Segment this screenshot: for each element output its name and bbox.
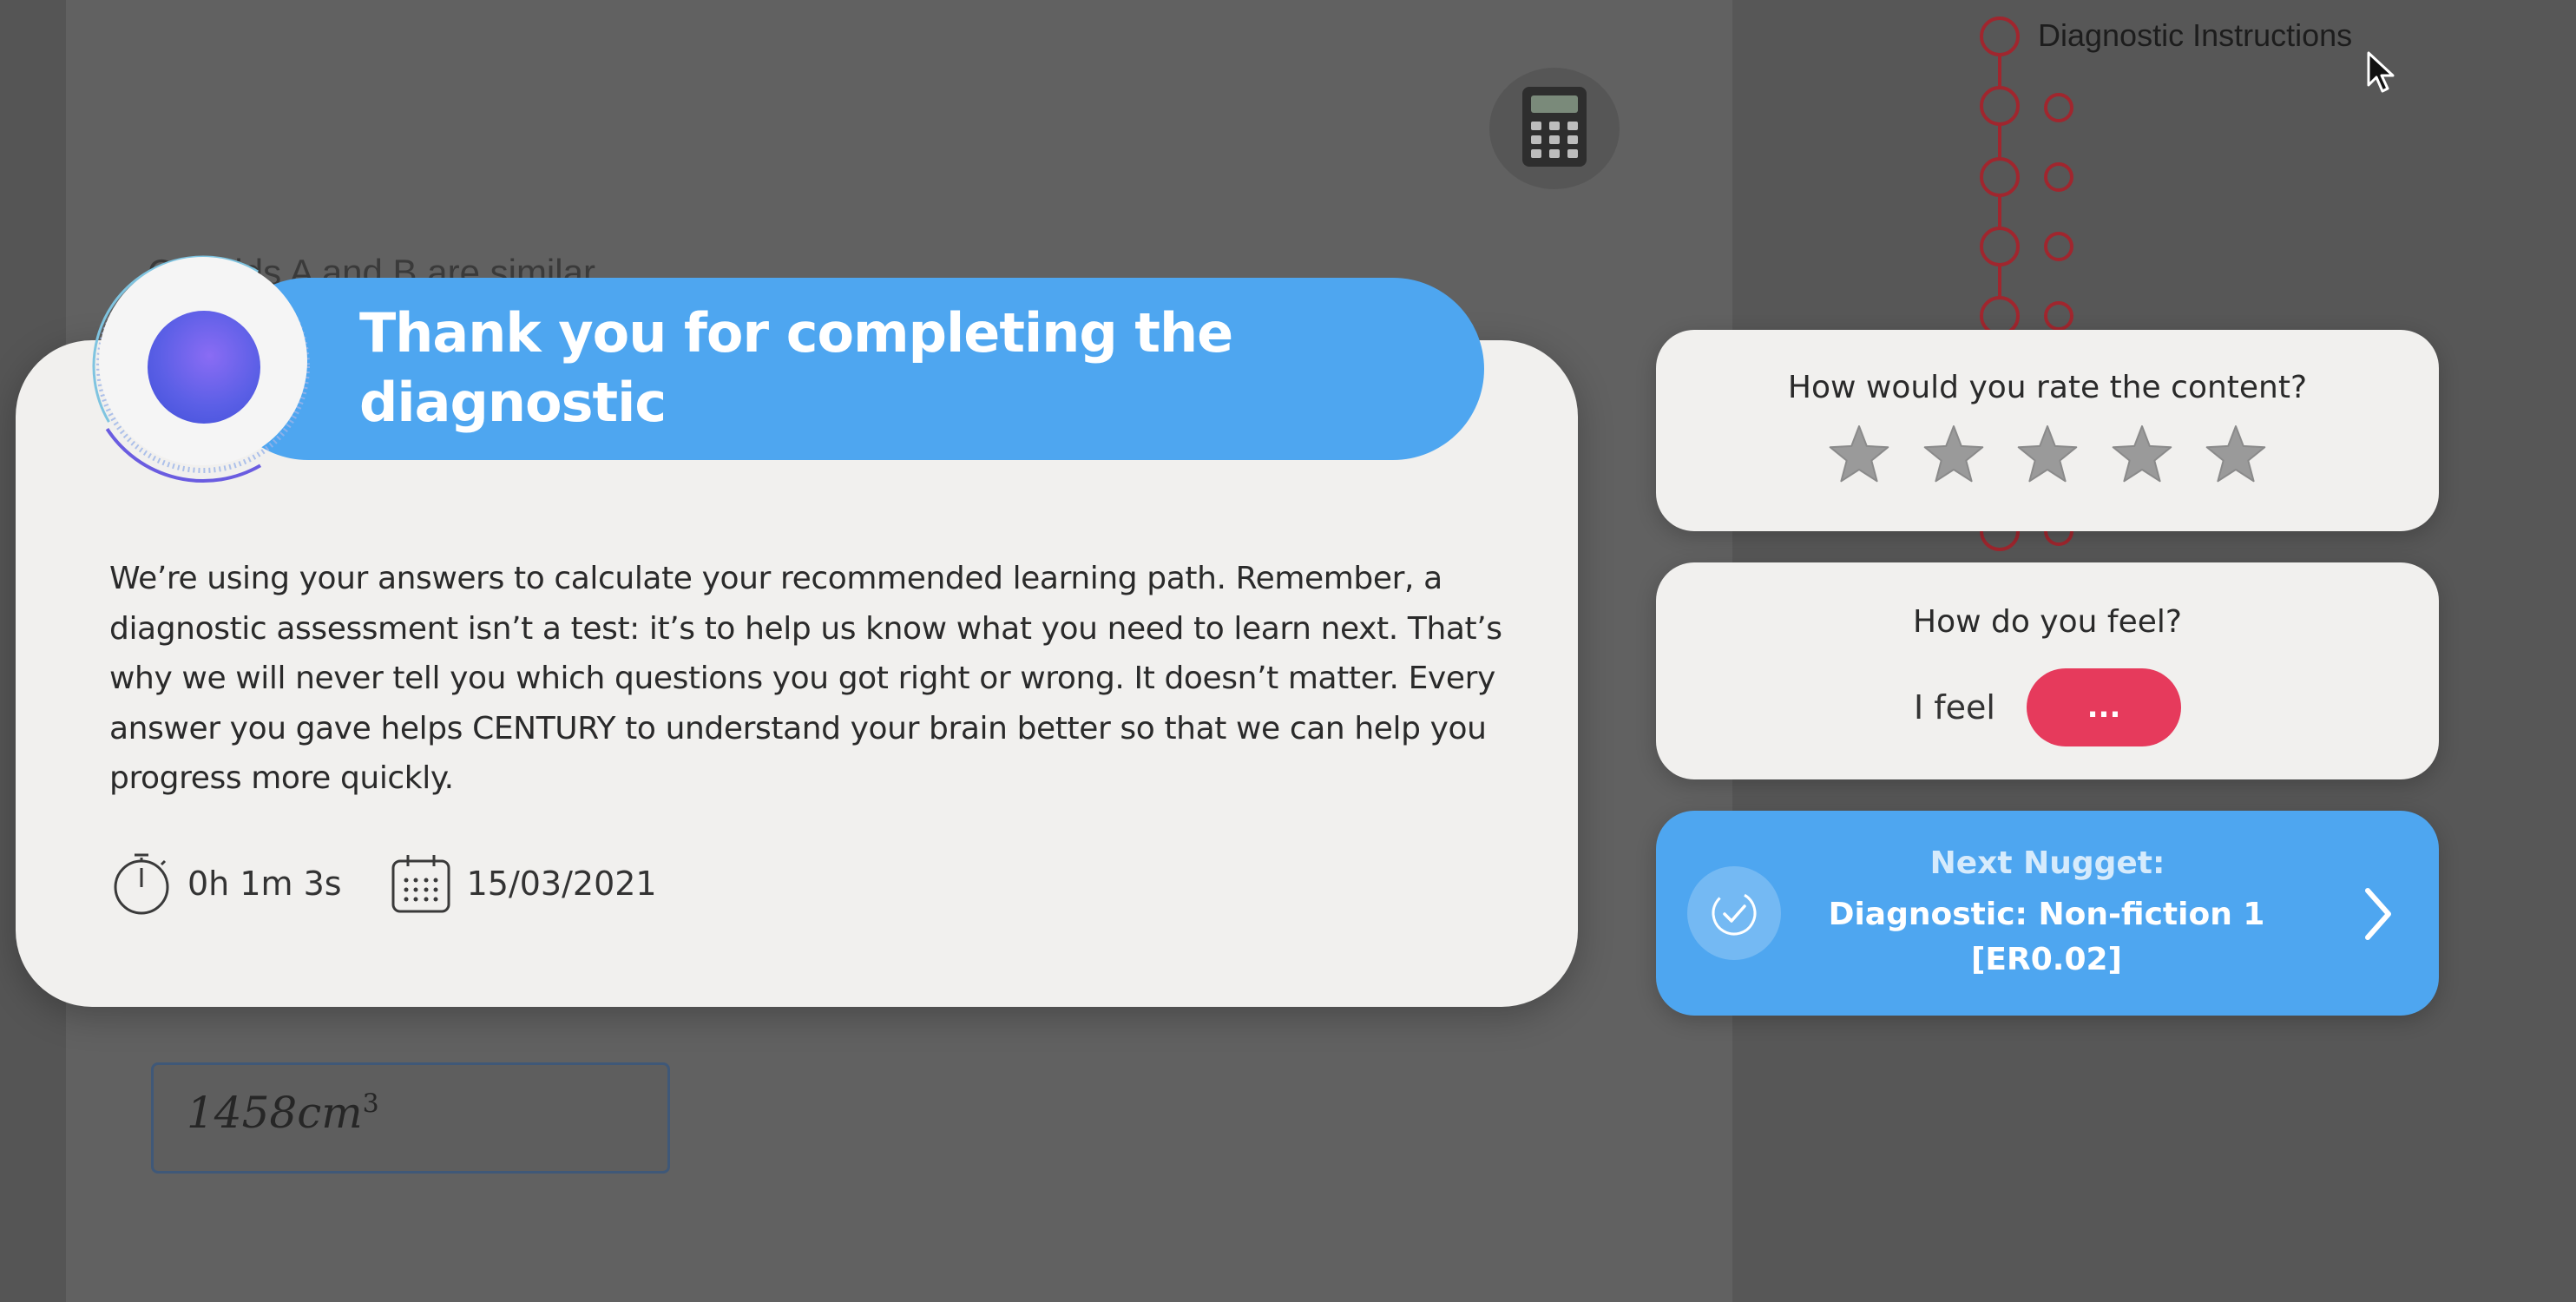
duration-item: 0h 1m 3s: [111, 851, 342, 917]
feeling-select-button[interactable]: ...: [2026, 668, 2181, 746]
answer-value: 1458cm3: [187, 1088, 379, 1138]
rating-question: How would you rate the content?: [1787, 370, 2308, 405]
screen: Cuboids A and B are similar 1458cm3 Diag…: [0, 0, 2576, 1302]
star-icon[interactable]: [1826, 424, 1892, 486]
meta-row: 0h 1m 3s 15/03/2021: [111, 851, 706, 917]
calendar-icon: [391, 855, 450, 913]
next-nugget-title: Diagnostic: Non-fiction 1 [ER0.02]: [1828, 897, 2265, 977]
next-nugget-button[interactable]: Next Nugget: Diagnostic: Non-fiction 1 […: [1656, 811, 2439, 1016]
duration-text: 0h 1m 3s: [187, 865, 342, 903]
mouse-cursor-icon: [2367, 51, 2395, 93]
rating-panel: How would you rate the content?: [1656, 330, 2439, 531]
feeling-label: I feel: [1914, 688, 1995, 727]
answer-input[interactable]: 1458cm3: [151, 1062, 670, 1174]
star-icon[interactable]: [2014, 424, 2080, 486]
feeling-row: I feel ...: [1656, 668, 2439, 746]
badge-orb-icon: [148, 311, 260, 424]
calculator-icon: [1522, 87, 1587, 167]
modal-title: Thank you for completing the diagnostic: [359, 301, 1233, 434]
feeling-question: How do you feel?: [1913, 604, 2182, 640]
star-icon[interactable]: [2109, 424, 2175, 486]
next-nugget-label: Next Nugget:: [1929, 845, 2165, 881]
modal-body: We’re using your answers to calculate yo…: [109, 561, 1502, 797]
star-rating: [1826, 411, 2269, 498]
star-icon[interactable]: [1921, 424, 1987, 486]
progress-step-label[interactable]: Diagnostic Instructions: [2038, 17, 2352, 54]
stopwatch-icon: [114, 853, 169, 915]
chevron-right-icon: [2365, 888, 2391, 940]
star-icon[interactable]: [2203, 424, 2269, 486]
calculator-button[interactable]: [1489, 68, 1620, 189]
date-item: 15/03/2021: [391, 852, 657, 915]
date-text: 15/03/2021: [466, 865, 657, 903]
feeling-panel: How do you feel? I feel ...: [1656, 562, 2439, 779]
